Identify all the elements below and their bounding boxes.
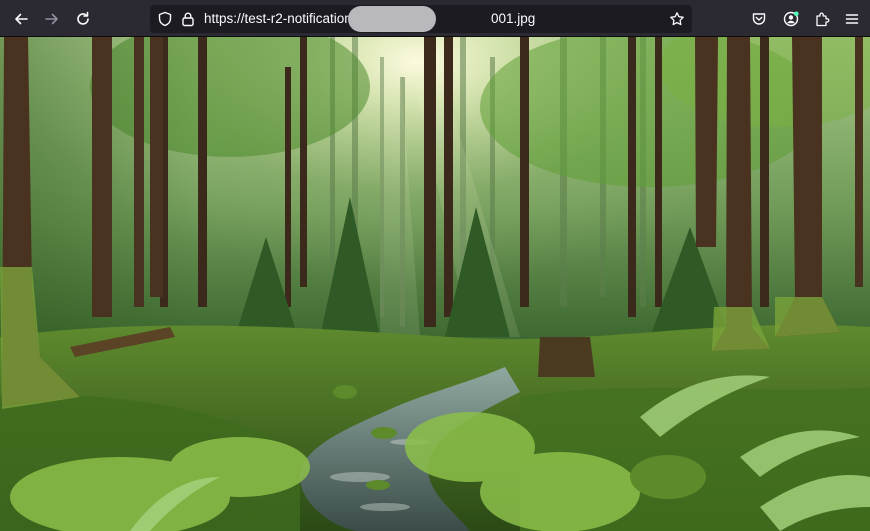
lock-icon[interactable] (180, 11, 196, 27)
extensions-button[interactable] (808, 5, 836, 33)
back-button[interactable] (7, 5, 35, 33)
account-icon (783, 11, 799, 27)
forward-button[interactable] (38, 5, 66, 33)
url-end: 001.jpg (491, 11, 536, 26)
extensions-icon (816, 12, 830, 27)
account-badge (794, 11, 799, 17)
menu-icon (845, 14, 859, 24)
back-arrow-icon (15, 13, 28, 25)
account-button[interactable] (777, 5, 805, 33)
pocket-button[interactable] (745, 5, 773, 33)
browser-toolbar: https://test-r2-notification 001.jpg (0, 0, 870, 37)
url-start: https://test-r2-notification (204, 11, 352, 26)
reload-button[interactable] (69, 5, 97, 33)
shield-icon[interactable] (157, 11, 173, 27)
reload-icon (77, 11, 89, 25)
forest-image (0, 37, 870, 531)
forward-arrow-icon (45, 13, 58, 25)
star-icon[interactable] (669, 11, 685, 27)
redaction-block (348, 6, 436, 32)
pocket-icon (752, 13, 766, 25)
app-menu-button[interactable] (838, 5, 866, 33)
url-bar[interactable]: https://test-r2-notification 001.jpg (150, 5, 692, 33)
image-viewer (0, 37, 870, 531)
